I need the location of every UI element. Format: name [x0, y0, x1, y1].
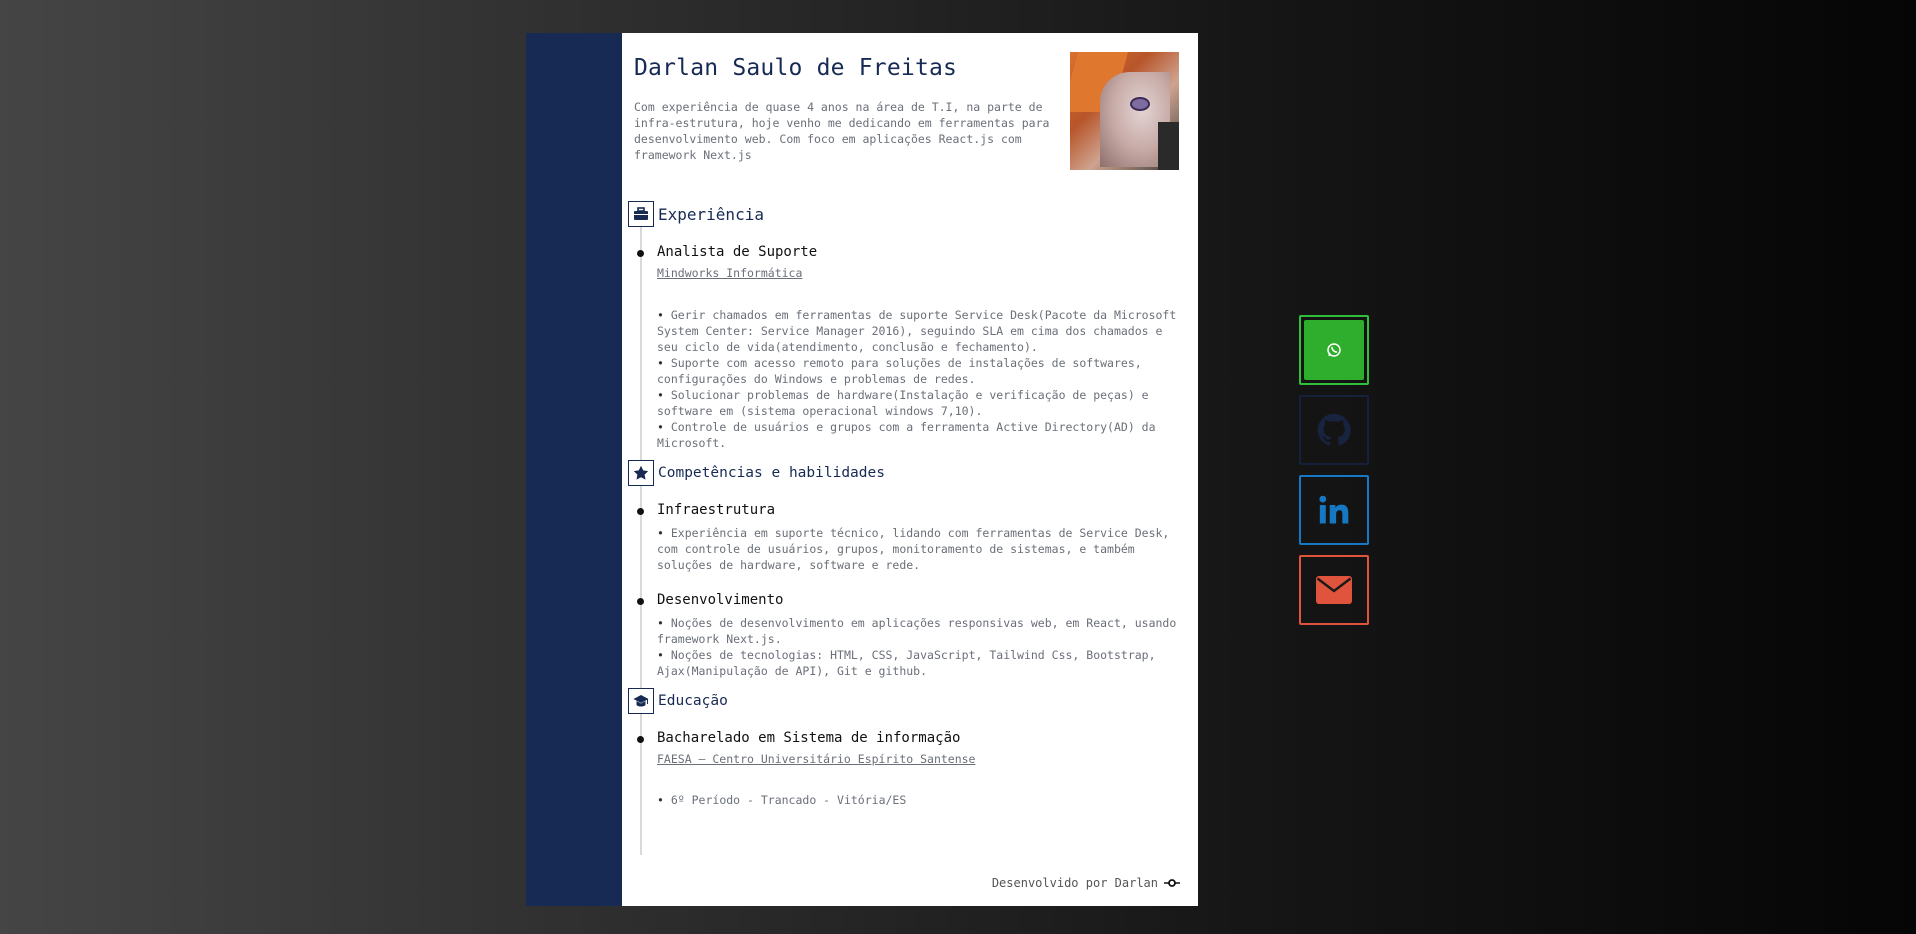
experience-title: Experiência: [658, 204, 764, 224]
job-bullets: Gerir chamados em ferramentas de suporte…: [657, 307, 1185, 451]
skill-bullets: Noções de desenvolvimento em aplicações …: [657, 615, 1185, 679]
timeline-dot: [637, 250, 644, 257]
github-button[interactable]: [1299, 395, 1369, 465]
list-item: Experiência em suporte técnico, lidando …: [657, 525, 1185, 573]
skills-title: Competências e habilidades: [658, 465, 885, 481]
email-button-inner: [1304, 560, 1364, 620]
list-item: Controle de usuários e grupos com a ferr…: [657, 419, 1185, 451]
linkedin-button[interactable]: [1299, 475, 1369, 545]
company-link[interactable]: Mindworks Informática: [657, 266, 802, 280]
timeline-dot: [637, 598, 644, 605]
whatsapp-icon: [1327, 343, 1341, 357]
avatar: [1070, 52, 1179, 170]
graduation-cap-icon: [628, 688, 654, 714]
education-title: Educação: [658, 693, 728, 709]
timeline-dot: [637, 508, 644, 515]
list-item: Suporte com acesso remoto para soluções …: [657, 355, 1185, 387]
list-item: 6º Período - Trancado - Vitória/ES: [657, 792, 1185, 808]
whatsapp-button[interactable]: [1299, 315, 1369, 385]
timeline-dot: [637, 736, 644, 743]
skill-bullets: Experiência em suporte técnico, lidando …: [657, 525, 1185, 573]
list-item: Noções de desenvolvimento em aplicações …: [657, 615, 1185, 647]
github-icon: [1317, 413, 1351, 446]
timeline-line: [640, 209, 642, 855]
footer-text: Desenvolvido por Darlan: [991, 876, 1158, 890]
briefcase-icon: [628, 201, 654, 227]
education-header: Educação: [628, 688, 728, 714]
skill-title: Infraestrutura: [657, 502, 776, 518]
linkedin-icon: [1319, 495, 1349, 524]
envelope-icon: [1316, 576, 1352, 604]
resume-sheet: Darlan Saulo de Freitas Com experiência …: [622, 33, 1198, 906]
list-item: Noções de tecnologias: HTML, CSS, JavaSc…: [657, 647, 1185, 679]
whatsapp-button-inner: [1304, 320, 1364, 380]
profile-summary: Com experiência de quase 4 anos na área …: [634, 100, 1050, 162]
email-button[interactable]: [1299, 555, 1369, 625]
skill-title: Desenvolvimento: [657, 592, 784, 608]
job-title: Analista de Suporte: [657, 244, 818, 260]
institution-link[interactable]: FAESA – Centro Universitário Espírito Sa…: [657, 752, 976, 766]
list-item: Solucionar problemas de hardware(Instala…: [657, 387, 1185, 419]
list-item: Gerir chamados em ferramentas de suporte…: [657, 307, 1185, 355]
profile-name: Darlan Saulo de Freitas: [634, 55, 958, 81]
commit-icon: [1164, 879, 1180, 887]
experience-header: Experiência: [628, 201, 764, 227]
avatar-collar: [1158, 122, 1179, 170]
degree-title: Bacharelado em Sistema de informação: [657, 730, 961, 746]
linkedin-button-inner: [1304, 480, 1364, 540]
avatar-eye: [1130, 97, 1150, 111]
skills-header: Competências e habilidades: [628, 460, 885, 486]
star-icon: [628, 460, 654, 486]
education-bullets: 6º Período - Trancado - Vitória/ES: [657, 792, 1185, 808]
sidebar-bar: [526, 33, 622, 906]
github-button-inner: [1304, 400, 1364, 460]
footer: Desenvolvido por Darlan: [992, 876, 1180, 890]
